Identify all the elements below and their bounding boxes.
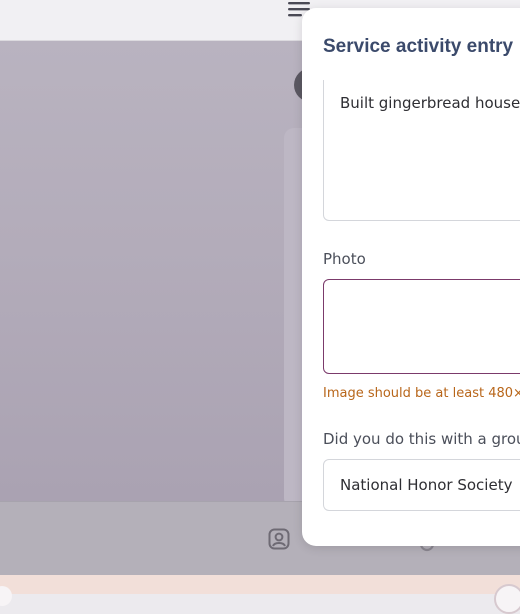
description-value: Built gingerbread house xyxy=(340,94,520,112)
group-question-label: Did you do this with a grou xyxy=(323,430,520,448)
profile-icon[interactable] xyxy=(268,528,290,550)
banner-badge-right[interactable] xyxy=(494,584,520,614)
photo-hint: Image should be at least 480× xyxy=(323,386,520,401)
photo-upload-field[interactable] xyxy=(323,279,520,374)
group-select-value: National Honor Society xyxy=(340,476,513,494)
photo-label: Photo xyxy=(323,250,366,268)
modal-title: Service activity entry xyxy=(323,36,514,57)
bottom-banner xyxy=(0,575,520,594)
